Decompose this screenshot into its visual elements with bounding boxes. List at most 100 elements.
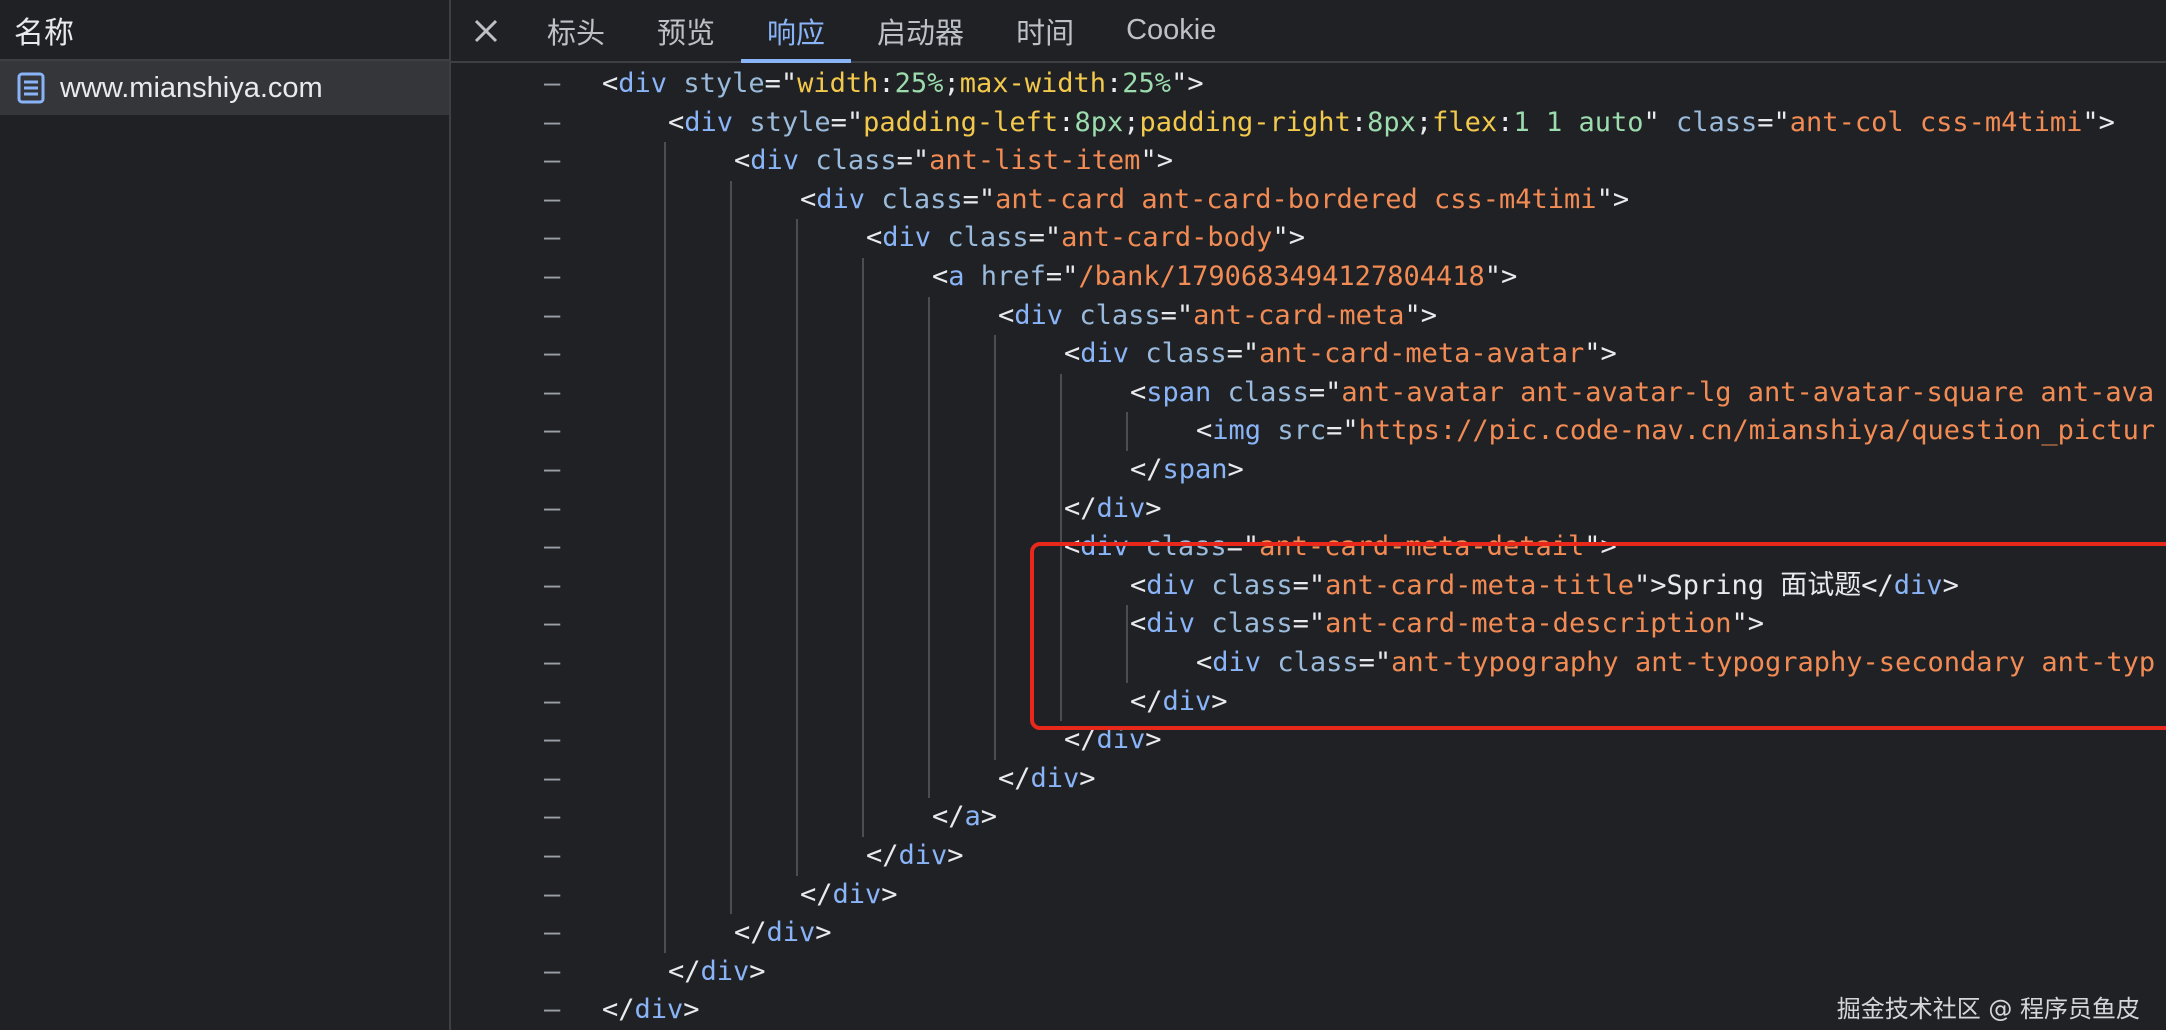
gutter-marker[interactable]: – (544, 490, 560, 529)
gutter-marker[interactable]: – (544, 258, 560, 297)
tab-label: 预览 (657, 17, 716, 50)
code-token: </ (932, 801, 965, 833)
code-text: </div> (866, 837, 964, 876)
code-text: </div> (800, 876, 898, 915)
code-token: "> (1171, 68, 1204, 99)
code-line: – <img src="https://pic.code-nav.cn/mians… (451, 412, 2166, 451)
code-token: 8px (1367, 106, 1416, 138)
code-token: > (683, 994, 700, 1026)
gutter-marker[interactable]: – (544, 451, 560, 490)
code-text: <span class="ant-avatar ant-avatar-lg an… (1130, 374, 2154, 413)
gutter-marker[interactable]: – (544, 991, 560, 1030)
code-token: div (1096, 492, 1146, 524)
tab-label: 响应 (767, 17, 826, 50)
code-token: </ (800, 878, 833, 910)
code-token: style (683, 68, 765, 99)
close-button[interactable] (451, 0, 521, 61)
code-token: 8px (1074, 106, 1124, 138)
code-token: div (618, 68, 668, 99)
code-token: a (964, 801, 981, 833)
gutter-marker[interactable]: – (544, 644, 560, 683)
response-code-view: – <div style="width:25%;max-width:25%"> – <… (451, 63, 2166, 1030)
tab-2[interactable]: 响应 (741, 0, 852, 63)
gutter-marker[interactable]: – (544, 953, 560, 992)
gutter-marker[interactable]: – (544, 798, 560, 837)
code-token: </ (1064, 492, 1097, 524)
code-token: "> (1584, 338, 1617, 370)
gutter-marker[interactable]: – (544, 297, 560, 336)
code-token: ant-card ant-card-bordered css-m4timi (995, 183, 1597, 215)
gutter-marker[interactable]: – (544, 412, 560, 451)
code-token: < (668, 106, 685, 138)
code-token: padding-left (863, 106, 1059, 138)
gutter-marker[interactable]: – (544, 219, 560, 258)
code-line: – <div class="ant-list-item"> (451, 142, 2166, 181)
code-token: </ (998, 762, 1031, 794)
code-token: img (1212, 415, 1262, 447)
gutter-marker[interactable]: – (544, 760, 560, 799)
code-token: div (700, 955, 750, 987)
code-token: ant-list-item (929, 145, 1141, 177)
code-line: – <span class="ant-avatar ant-avatar-lg a… (451, 374, 2166, 413)
code-token: https://pic.code-nav.cn/mianshiya/questi… (1358, 415, 2156, 447)
code-text: </a> (932, 798, 997, 837)
gutter-marker[interactable]: – (544, 104, 560, 143)
code-token: < (1130, 376, 1147, 408)
code-token: 1 1 auto (1513, 106, 1644, 138)
tab-1[interactable]: 预览 (631, 0, 741, 61)
code-line: – </div> (451, 914, 2166, 953)
code-token: =" (1226, 338, 1260, 370)
code-token: </ (866, 840, 899, 871)
code-line: – <div class="ant-card ant-card-bordered … (451, 181, 2166, 220)
code-token: : (1350, 106, 1368, 138)
code-token: /bank/1790683494127804418 (1078, 261, 1485, 292)
code-text: <a href="/bank/1790683494127804418"> (932, 258, 1517, 297)
tab-4[interactable]: 时间 (990, 0, 1100, 61)
code-token: div (634, 994, 684, 1026)
gutter-marker[interactable]: – (544, 876, 560, 915)
code-token: " (1643, 106, 1676, 138)
code-token: < (734, 145, 751, 177)
code-text: </div> (998, 760, 1096, 799)
gutter-marker[interactable]: – (544, 65, 560, 104)
gutter-marker[interactable]: – (544, 528, 560, 567)
gutter-marker[interactable]: – (544, 181, 560, 220)
code-token: style (749, 106, 831, 138)
code-token: "> (2082, 106, 2115, 138)
tab-label: Cookie (1126, 14, 1217, 46)
gutter-marker[interactable]: – (544, 567, 560, 606)
code-token: ant-card-body (1061, 222, 1273, 254)
gutter-marker[interactable]: – (544, 605, 560, 644)
code-line: – </span> (451, 451, 2166, 490)
gutter-marker[interactable]: – (544, 142, 560, 181)
code-line: – <div style="padding-left:8px;padding-ri… (451, 104, 2166, 143)
code-token: width (797, 68, 879, 99)
code-token: href (980, 261, 1046, 292)
tab-label: 启动器 (877, 17, 965, 50)
close-icon (474, 19, 498, 42)
tab-bar: 标头 预览 响应 启动器 时间 Cookie (451, 0, 2166, 63)
code-token: div (898, 840, 948, 871)
code-token: =" (1028, 222, 1062, 254)
code-token: > (980, 801, 998, 833)
name-column-header[interactable]: 名称 (0, 0, 449, 61)
code-token: =" (962, 183, 996, 215)
tab-5[interactable]: Cookie (1100, 0, 1242, 61)
gutter-marker[interactable]: – (544, 335, 560, 374)
gutter-marker[interactable]: – (544, 683, 560, 722)
tab-3[interactable]: 启动器 (851, 0, 990, 61)
gutter-marker[interactable]: – (544, 837, 560, 876)
code-token: class (1227, 376, 1309, 408)
code-line: – </div> (451, 953, 2166, 992)
request-item[interactable]: www.mianshiya.com (0, 61, 449, 115)
gutter-marker[interactable]: – (544, 914, 560, 953)
code-token: < (1196, 415, 1213, 447)
code-token: max-width (959, 68, 1107, 99)
gutter-marker[interactable]: – (544, 374, 560, 413)
tab-0[interactable]: 标头 (521, 0, 631, 61)
gutter-marker[interactable]: – (544, 721, 560, 760)
code-line: – </div> (451, 837, 2166, 876)
watermark: 掘金技术社区 @ 程序员鱼皮 (1836, 995, 2140, 1023)
